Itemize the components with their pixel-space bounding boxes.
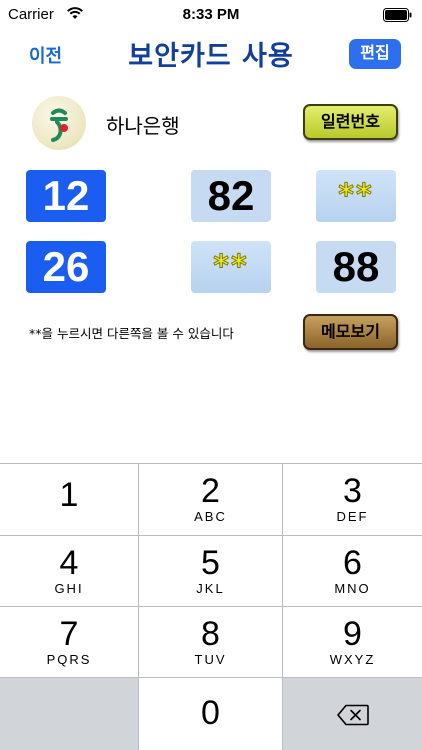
key-digit: 5	[201, 544, 220, 582]
key-letters: DEF	[336, 509, 369, 524]
hana-logo-icon	[50, 108, 68, 142]
key-letters: JKL	[196, 581, 225, 596]
key-digit: 3	[343, 472, 362, 510]
key-letters: MNO	[334, 581, 371, 596]
code-label-1: 12	[26, 170, 106, 222]
key-6[interactable]: 6 MNO	[283, 536, 422, 607]
key-1[interactable]: 1	[0, 464, 139, 536]
key-blank	[0, 678, 139, 750]
hint-text: **을 누르시면 다른쪽을 볼 수 있습니다	[29, 326, 234, 341]
key-digit: 2	[201, 472, 220, 510]
key-5[interactable]: 5 JKL	[139, 536, 283, 607]
key-2[interactable]: 2 ABC	[139, 464, 283, 536]
code-label-2: 26	[26, 241, 106, 293]
key-digit: 9	[343, 615, 362, 653]
number-keypad: 1 2 ABC 3 DEF 4 GHI 5 JKL 6 MNO 7 PQRS 8…	[0, 463, 422, 750]
key-4[interactable]: 4 GHI	[0, 536, 139, 607]
status-time: 8:33 PM	[182, 6, 240, 23]
key-8[interactable]: 8 TUV	[139, 607, 283, 678]
delete-key[interactable]	[283, 678, 422, 750]
key-letters: TUV	[194, 652, 227, 667]
key-letters: GHI	[54, 581, 84, 596]
key-digit: 0	[201, 694, 220, 732]
battery-icon	[383, 8, 412, 22]
code-value-1: 82	[191, 170, 271, 222]
serial-number-button[interactable]: 일련번호	[303, 104, 398, 140]
code-value-2: 88	[316, 241, 396, 293]
memo-button[interactable]: 메모보기	[303, 314, 398, 350]
key-digit: 7	[59, 615, 79, 653]
backspace-icon	[336, 704, 369, 725]
key-letters: WXYZ	[329, 652, 376, 667]
bank-name: 하나은행	[106, 114, 180, 138]
key-letters: PQRS	[46, 652, 92, 667]
edit-button[interactable]: 편집	[349, 39, 401, 69]
key-9[interactable]: 9 WXYZ	[283, 607, 422, 678]
key-digit: 6	[343, 544, 362, 582]
status-bar: Carrier 8:33 PM	[0, 0, 422, 30]
key-3[interactable]: 3 DEF	[283, 464, 422, 536]
key-7[interactable]: 7 PQRS	[0, 607, 139, 678]
key-letters: ABC	[194, 509, 227, 524]
key-digit: 8	[201, 615, 220, 653]
key-digit: 1	[59, 476, 79, 514]
key-0[interactable]: 0	[139, 678, 283, 750]
key-digit: 4	[59, 544, 79, 582]
hidden-code-button-1[interactable]: **	[316, 170, 396, 222]
hidden-code-button-2[interactable]: **	[191, 241, 271, 293]
bank-logo-icon	[32, 96, 86, 150]
